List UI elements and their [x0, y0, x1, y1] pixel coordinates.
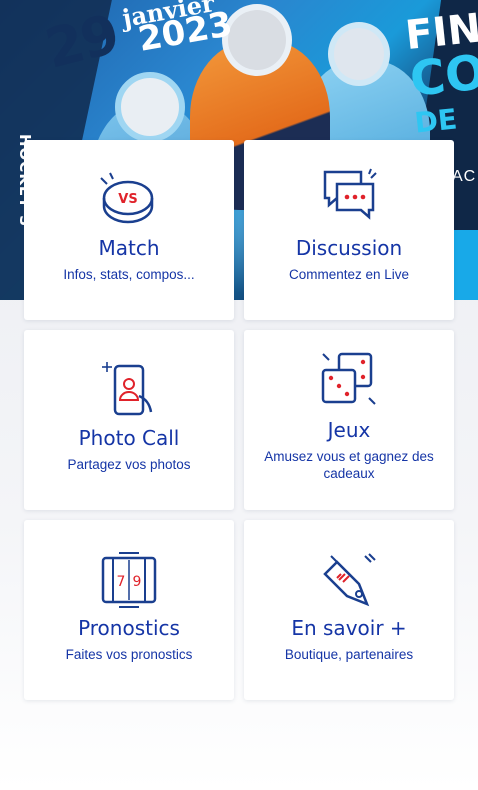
learn-more-card[interactable]: En savoir + Boutique, partenaires [244, 520, 454, 700]
card-subtitle: Partagez vos photos [67, 457, 191, 472]
player-helmet [328, 22, 390, 86]
card-title: Pronostics [78, 616, 180, 640]
card-subtitle: Commentez en Live [288, 267, 410, 282]
score-digit: 7 [117, 574, 126, 590]
card-subtitle: Boutique, partenaires [284, 647, 414, 662]
scoreboard-icon: 7 9 [101, 552, 157, 608]
banner-headline-line2: CO [407, 44, 478, 108]
games-card[interactable]: Jeux Amusez vous et gagnez des cadeaux [244, 330, 454, 510]
banner-headline: FIN CO DE [403, 5, 478, 145]
player-helmet [115, 72, 185, 142]
vs-puck-icon: VS [100, 172, 154, 224]
price-tag-icon [323, 553, 376, 607]
photo-call-card[interactable]: Photo Call Partagez vos photos [24, 330, 234, 510]
match-card[interactable]: VS Match Infos, stats, compos... [24, 140, 234, 320]
pronostics-card[interactable]: 7 9 Pronostics Faites vos pronostics [24, 520, 234, 700]
vs-text: VS [118, 192, 137, 207]
score-digit: 9 [133, 574, 142, 590]
card-title: Photo Call [78, 426, 180, 450]
card-title: En savoir + [291, 616, 407, 640]
chat-bubbles-icon [323, 168, 377, 220]
card-title: Discussion [295, 236, 403, 260]
card-subtitle: Faites vos pronostics [65, 647, 193, 662]
card-title: Match [98, 236, 160, 260]
selfie-phone-icon [102, 362, 153, 416]
card-subtitle: Infos, stats, compos... [63, 267, 195, 282]
card-title: Jeux [327, 418, 371, 442]
banner-right-text: AC [452, 168, 477, 185]
discussion-card[interactable]: Discussion Commentez en Live [244, 140, 454, 320]
dice-icon [321, 352, 376, 405]
card-subtitle: Amusez vous et gagnez des cadeaux [264, 449, 434, 481]
